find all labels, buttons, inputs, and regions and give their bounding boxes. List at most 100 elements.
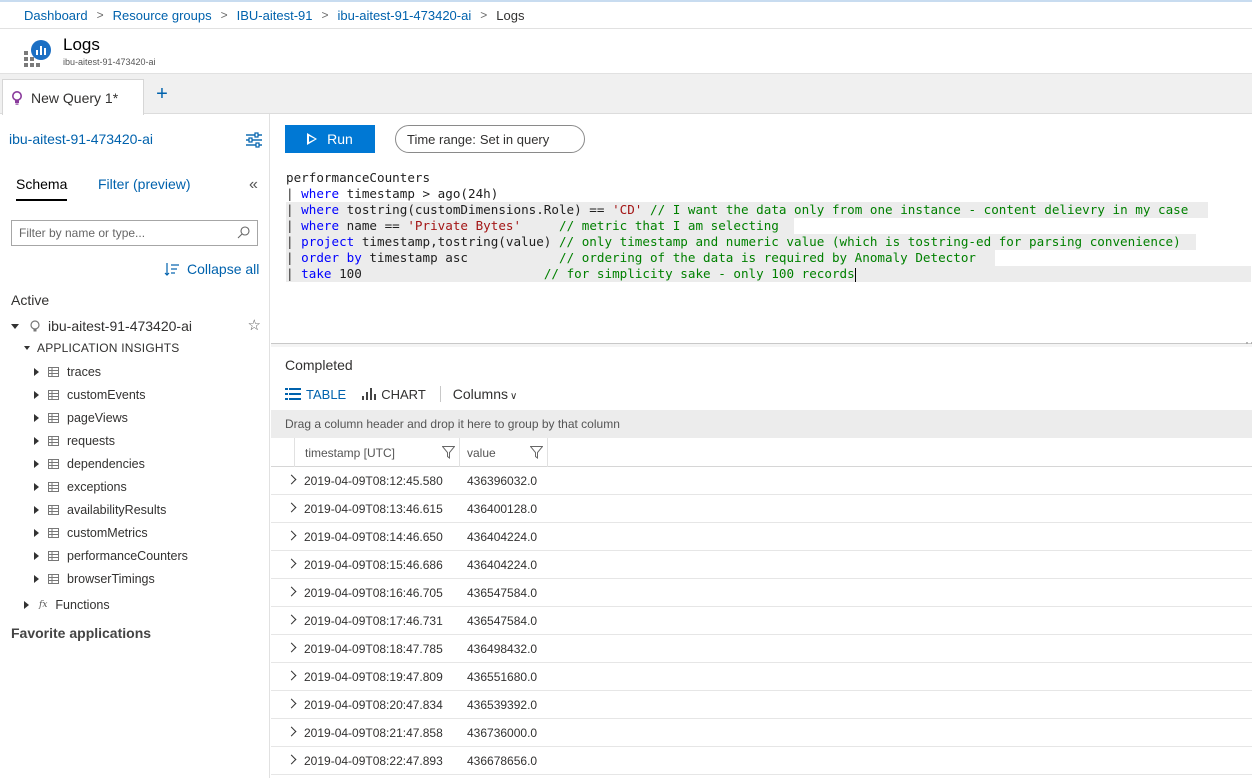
- scope-settings-icon[interactable]: [245, 131, 263, 149]
- tree-table-dependencies[interactable]: dependencies: [34, 452, 264, 475]
- caret-right-icon[interactable]: [34, 413, 39, 422]
- breadcrumb-dashboard[interactable]: Dashboard: [24, 8, 88, 23]
- add-query-tab-button[interactable]: +: [150, 82, 174, 108]
- code-line: | order by timestamp asc // ordering of …: [286, 250, 976, 266]
- code-token: |: [286, 202, 302, 217]
- code-token: where: [301, 202, 340, 217]
- caret-right-icon[interactable]: [34, 390, 39, 399]
- filter-funnel-icon[interactable]: [442, 446, 455, 459]
- toolbar-divider: [439, 386, 441, 402]
- cell-timestamp: 2019-04-09T08:14:46.650: [304, 530, 443, 544]
- cell-timestamp: 2019-04-09T08:17:46.731: [304, 614, 443, 628]
- tree-table-traces[interactable]: traces: [34, 360, 264, 383]
- caret-right-icon[interactable]: [34, 528, 39, 537]
- caret-right-icon[interactable]: [34, 551, 39, 560]
- collapse-all-button[interactable]: Collapse all: [164, 261, 259, 277]
- table-row[interactable]: 2019-04-09T08:16:46.705 436547584.0: [271, 579, 1252, 607]
- selected-resource-link[interactable]: ibu-aitest-91-473420-ai: [9, 131, 153, 147]
- query-editor[interactable]: performanceCounters | where timestamp > a…: [271, 163, 1252, 343]
- columns-dropdown[interactable]: Columns ∨: [453, 386, 518, 402]
- cell-value: 436736000.0: [467, 726, 538, 740]
- chevron-right-icon[interactable]: [286, 642, 297, 653]
- table-row[interactable]: 2019-04-09T08:14:46.650 436404224.0: [271, 523, 1252, 551]
- chevron-right-icon[interactable]: [286, 726, 297, 737]
- caret-down-icon[interactable]: [11, 323, 19, 329]
- code-token: |: [286, 234, 302, 249]
- breadcrumb-resource-group[interactable]: IBU-aitest-91: [237, 8, 313, 23]
- chevron-right-icon[interactable]: [286, 558, 297, 569]
- time-range-picker[interactable]: Time range: Set in query: [395, 125, 585, 153]
- tree-table-pageviews[interactable]: pageViews: [34, 406, 264, 429]
- cell-value: 436400128.0: [467, 502, 538, 516]
- caret-right-icon[interactable]: [34, 505, 39, 514]
- breadcrumb-resource[interactable]: ibu-aitest-91-473420-ai: [338, 8, 472, 23]
- table-row[interactable]: 2019-04-09T08:17:46.731 436547584.0: [271, 607, 1252, 635]
- run-button[interactable]: Run: [285, 125, 375, 153]
- chevron-right-icon[interactable]: [286, 530, 297, 541]
- chevron-right-icon[interactable]: [286, 670, 297, 681]
- tree-table-label: exceptions: [67, 479, 127, 494]
- blade-header: Logs ibu-aitest-91-473420-ai: [0, 29, 1252, 74]
- caret-right-icon[interactable]: [34, 459, 39, 468]
- tree-functions-node[interactable]: fx Functions: [24, 596, 110, 614]
- code-token: 100: [331, 266, 544, 281]
- cell-timestamp: 2019-04-09T08:15:46.686: [304, 558, 443, 572]
- table-row[interactable]: 2019-04-09T08:22:47.893 436678656.0: [271, 747, 1252, 775]
- table-row[interactable]: 2019-04-09T08:15:46.686 436404224.0: [271, 551, 1252, 579]
- caret-right-icon[interactable]: [34, 367, 39, 376]
- schema-table-list: traces customEvents pageViews requests d…: [34, 360, 264, 590]
- table-row[interactable]: 2019-04-09T08:13:46.615 436400128.0: [271, 495, 1252, 523]
- caret-right-icon[interactable]: [24, 601, 29, 609]
- group-by-drop-area[interactable]: Drag a column header and drop it here to…: [271, 410, 1252, 438]
- column-header-value[interactable]: value: [460, 438, 548, 467]
- column-header-timestamp[interactable]: timestamp [UTC]: [294, 438, 460, 467]
- tree-table-browsertimings[interactable]: browserTimings: [34, 567, 264, 590]
- schema-sidebar: ibu-aitest-91-473420-ai Schema Filter (p…: [0, 114, 270, 778]
- query-status: Completed: [285, 357, 353, 373]
- tab-schema[interactable]: Schema: [16, 176, 68, 201]
- tree-table-requests[interactable]: requests: [34, 429, 264, 452]
- tree-table-exceptions[interactable]: exceptions: [34, 475, 264, 498]
- chevron-right-icon[interactable]: [286, 698, 297, 709]
- table-row[interactable]: 2019-04-09T08:12:45.580 436396032.0: [271, 467, 1252, 495]
- schema-filter-input[interactable]: [12, 221, 227, 245]
- chevron-right-icon[interactable]: [286, 586, 297, 597]
- tab-table-view[interactable]: TABLE: [285, 387, 346, 402]
- code-token: // for simplicity sake - only 100 record…: [543, 266, 855, 281]
- tree-table-availabilityresults[interactable]: availabilityResults: [34, 498, 264, 521]
- cell-value: 436678656.0: [467, 754, 538, 768]
- tree-group-application-insights[interactable]: APPLICATION INSIGHTS: [24, 340, 179, 356]
- code-line: | take 100 // for simplicity sake - only…: [286, 266, 856, 282]
- caret-down-icon[interactable]: [24, 346, 30, 350]
- bar-chart-icon: [362, 388, 377, 400]
- chevron-right-icon[interactable]: [286, 502, 297, 513]
- collapse-all-icon: [164, 263, 179, 276]
- editor-results-splitter[interactable]: ···: [271, 335, 1252, 349]
- filter-funnel-icon[interactable]: [530, 446, 543, 459]
- chevron-right-icon[interactable]: [286, 754, 297, 765]
- collapse-all-label: Collapse all: [187, 261, 260, 277]
- caret-right-icon[interactable]: [34, 482, 39, 491]
- table-row[interactable]: 2019-04-09T08:20:47.834 436539392.0: [271, 691, 1252, 719]
- favorite-star-icon[interactable]: ☆: [248, 316, 261, 334]
- tab-filter-preview[interactable]: Filter (preview): [98, 176, 191, 199]
- chevron-right-icon[interactable]: [286, 474, 297, 485]
- code-token: 'CD': [612, 202, 643, 217]
- tree-resource-node[interactable]: ibu-aitest-91-473420-ai ☆: [11, 316, 261, 336]
- breadcrumb-separator-icon: >: [321, 8, 329, 22]
- tree-table-custommetrics[interactable]: customMetrics: [34, 521, 264, 544]
- caret-right-icon[interactable]: [34, 574, 39, 583]
- tree-table-performancecounters[interactable]: performanceCounters: [34, 544, 264, 567]
- code-token: // metric that I am selecting: [559, 218, 779, 233]
- table-row[interactable]: 2019-04-09T08:18:47.785 436498432.0: [271, 635, 1252, 663]
- tree-table-customevents[interactable]: customEvents: [34, 383, 264, 406]
- chevron-right-icon[interactable]: [286, 614, 297, 625]
- table-row[interactable]: 2019-04-09T08:19:47.809 436551680.0: [271, 663, 1252, 691]
- caret-right-icon[interactable]: [34, 436, 39, 445]
- tab-new-query[interactable]: New Query 1*: [2, 79, 144, 115]
- drag-handle-icon[interactable]: ···: [1245, 335, 1252, 349]
- table-row[interactable]: 2019-04-09T08:21:47.858 436736000.0: [271, 719, 1252, 747]
- tab-chart-view[interactable]: CHART: [362, 387, 426, 402]
- breadcrumb-resource-groups[interactable]: Resource groups: [113, 8, 212, 23]
- collapse-sidebar-button[interactable]: «: [249, 176, 258, 194]
